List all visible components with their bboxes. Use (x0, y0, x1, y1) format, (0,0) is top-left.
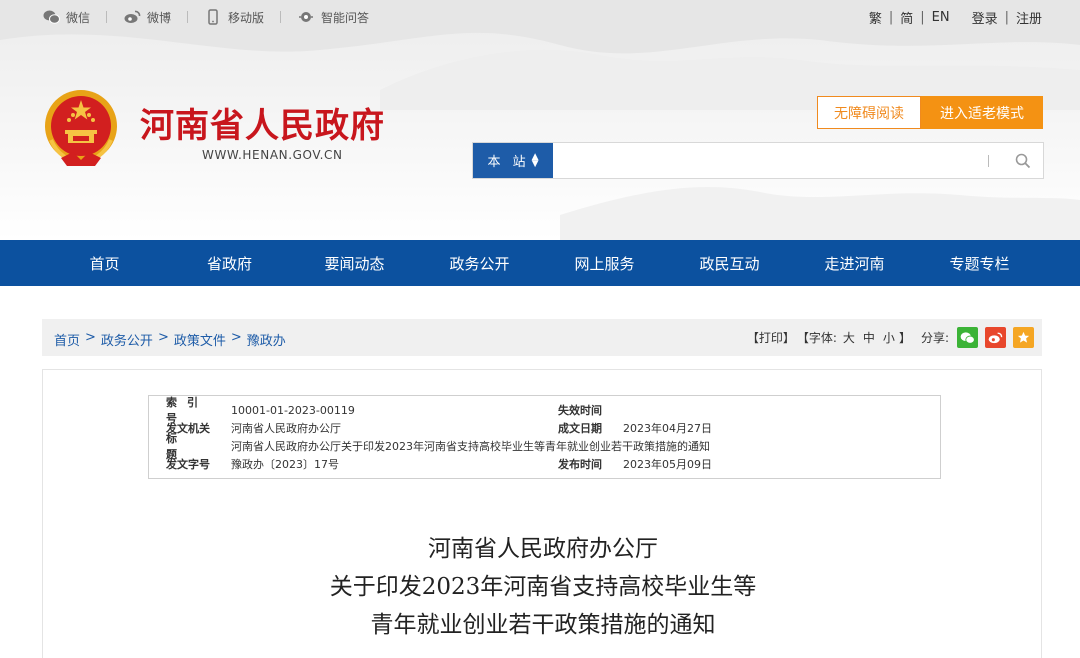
divider (187, 11, 189, 23)
top-bar: 微信 微博 移动版 智能问答 繁 | 简 | EN 登录 | 注册 (0, 0, 1080, 34)
lang-simplified[interactable]: 简 (900, 8, 913, 27)
divider: | (920, 10, 925, 25)
weibo-link[interactable]: 微博 (123, 8, 171, 26)
mobile-icon (204, 8, 222, 26)
metadata-row: 索引号 10001-01-2023-00119 失效时间 (149, 396, 940, 425)
nav-item-interaction[interactable]: 政民互动 (667, 240, 792, 286)
issuer-value: 河南省人民政府办公厅 (231, 422, 341, 435)
nav-item-special-topics[interactable]: 专题专栏 (917, 240, 1042, 286)
share-wechat-button[interactable] (957, 327, 978, 348)
nav-item-home[interactable]: 首页 (42, 240, 167, 286)
nav-item-about-henan[interactable]: 走进河南 (792, 240, 917, 286)
share-weibo-button[interactable] (985, 327, 1006, 348)
breadcrumb-policy-docs[interactable]: 政策文件 (174, 330, 226, 349)
metadata-row: 发文字号 豫政办〔2023〕17号 发布时间 2023年05月09日 (149, 455, 940, 473)
breadcrumb-yuzhengban[interactable]: 豫政办 (247, 330, 286, 349)
publish-date-label: 发布时间 (558, 458, 602, 471)
written-date-label: 成文日期 (558, 422, 602, 435)
metadata-row: 标题 河南省人民政府办公厅关于印发2023年河南省支持高校毕业生等青年就业创业若… (149, 432, 940, 461)
divider (106, 11, 108, 23)
breadcrumb-separator: > (230, 330, 242, 345)
doc-number-value: 豫政办〔2023〕17号 (231, 458, 339, 471)
divider: | (888, 10, 894, 25)
assistant-icon (297, 8, 315, 26)
breadcrumb-separator: > (157, 330, 169, 345)
favorite-button[interactable] (1013, 327, 1034, 348)
mobile-link[interactable]: 移动版 (204, 8, 264, 26)
divider (988, 154, 989, 167)
document-title-line: 青年就业创业若干政策措施的通知 (370, 612, 716, 638)
main-nav: 首页 省政府 要闻动态 政务公开 网上服务 政民互动 走进河南 专题专栏 (0, 240, 1080, 286)
breadcrumb-bar: 首页 > 政务公开 > 政策文件 > 豫政办 【打印】 【字体: 大 中 小 】… (42, 319, 1042, 356)
star-icon (1017, 331, 1030, 343)
site-url: WWW.HENAN.GOV.CN (202, 148, 343, 162)
title-value: 河南省人民政府办公厅关于印发2023年河南省支持高校毕业生等青年就业创业若干政策… (231, 440, 710, 453)
font-size-label: 【字体: (796, 331, 837, 345)
document-title-line: 关于印发2023年河南省支持高校毕业生等 (329, 574, 757, 600)
document-title: 河南省人民政府办公厅 关于印发2023年河南省支持高校毕业生等 青年就业创业若干… (43, 530, 1043, 644)
assistant-label: 智能问答 (321, 10, 370, 25)
site-header: 微信 微博 移动版 智能问答 繁 | 简 | EN 登录 | 注册 河南省人民政… (0, 0, 1080, 240)
national-emblem-logo[interactable] (43, 88, 119, 168)
breadcrumb: 首页 > 政务公开 > 政策文件 > 豫政办 (54, 330, 286, 349)
article-container: 索引号 10001-01-2023-00119 失效时间 发文机关 河南省人民政… (42, 369, 1042, 658)
print-button[interactable]: 【打印】 (747, 329, 795, 346)
page-tools: 【打印】 【字体: 大 中 小 】 分享: (747, 327, 1034, 348)
breadcrumb-open-affairs[interactable]: 政务公开 (101, 330, 153, 349)
wechat-icon (42, 8, 60, 26)
divider (280, 11, 282, 23)
nav-item-online-services[interactable]: 网上服务 (542, 240, 667, 286)
weibo-icon (123, 8, 141, 26)
search-icon (1015, 153, 1031, 168)
document-title-line: 河南省人民政府办公厅 (428, 536, 658, 562)
mobile-label: 移动版 (228, 10, 265, 25)
metadata-row: 发文机关 河南省人民政府办公厅 成文日期 2023年04月27日 (149, 419, 940, 437)
font-large-button[interactable]: 大 (843, 329, 855, 346)
lang-traditional[interactable]: 繁 (869, 8, 882, 27)
divider: | (1004, 10, 1009, 25)
font-small-button[interactable]: 小 (883, 329, 895, 346)
weibo-label: 微博 (147, 10, 172, 25)
font-medium-button[interactable]: 中 (863, 329, 875, 346)
breadcrumb-separator: > (85, 330, 96, 345)
wechat-label: 微信 (66, 10, 91, 25)
breadcrumb-home[interactable]: 首页 (54, 330, 80, 349)
nav-item-open-affairs[interactable]: 政务公开 (417, 240, 542, 286)
weibo-icon (988, 332, 1003, 343)
register-link[interactable]: 注册 (1016, 8, 1042, 27)
elder-mode-button[interactable]: 进入适老模式 (921, 96, 1043, 129)
document-metadata-table: 索引号 10001-01-2023-00119 失效时间 发文机关 河南省人民政… (148, 395, 941, 479)
search-button[interactable] (1003, 143, 1043, 178)
nav-item-news[interactable]: 要闻动态 (292, 240, 417, 286)
nav-item-government[interactable]: 省政府 (167, 240, 292, 286)
top-links: 微信 微博 移动版 智能问答 (42, 8, 369, 26)
written-date-value: 2023年04月27日 (623, 422, 712, 435)
search-scope-select[interactable]: 本 站 ▲ ▼ (473, 143, 553, 178)
index-number-value: 10001-01-2023-00119 (231, 403, 355, 417)
search-scope-label: 本 站 (487, 155, 530, 170)
site-title[interactable]: 河南省人民政府 (140, 98, 385, 147)
assistant-link[interactable]: 智能问答 (297, 8, 369, 26)
wechat-icon (960, 331, 975, 344)
doc-number-label: 发文字号 (166, 458, 210, 471)
search-input[interactable] (553, 143, 988, 178)
sort-arrows-icon: ▲ ▼ (531, 151, 539, 169)
lang-english[interactable]: EN (932, 10, 950, 25)
top-right-links: 繁 | 简 | EN 登录 | 注册 (869, 8, 1042, 27)
expiry-label: 失效时间 (558, 404, 602, 417)
wechat-link[interactable]: 微信 (42, 8, 90, 26)
share-label: 分享: (920, 331, 949, 345)
login-link[interactable]: 登录 (972, 8, 998, 27)
font-size-close: 】 (898, 331, 911, 345)
accessible-reading-button[interactable]: 无障碍阅读 (817, 96, 921, 129)
search-bar: 本 站 ▲ ▼ (472, 142, 1044, 179)
publish-date-value: 2023年05月09日 (623, 458, 712, 471)
